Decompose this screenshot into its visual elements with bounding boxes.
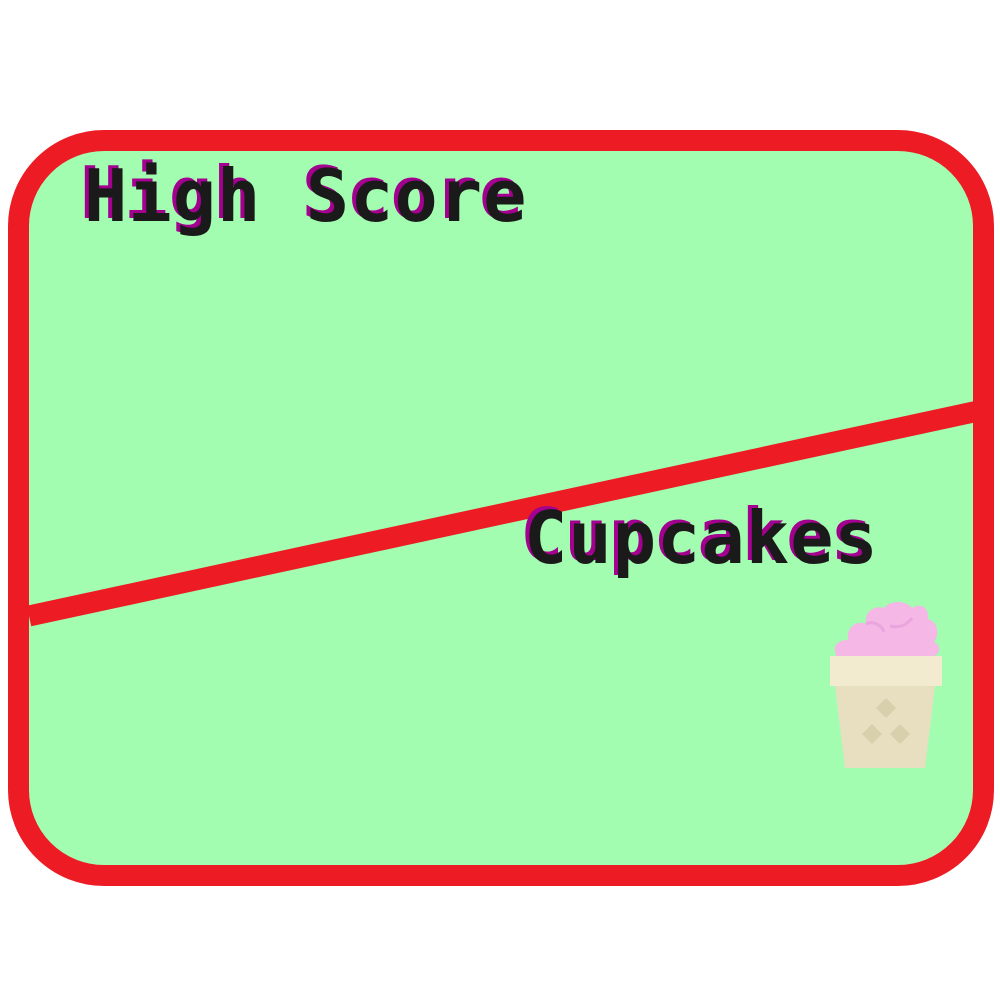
cupcake-icon xyxy=(830,602,942,768)
high-score-label: High Score xyxy=(84,154,528,238)
game-screen: High Score Cupcakes xyxy=(0,0,1000,1000)
cupcakes-label: Cupcakes xyxy=(524,496,879,580)
